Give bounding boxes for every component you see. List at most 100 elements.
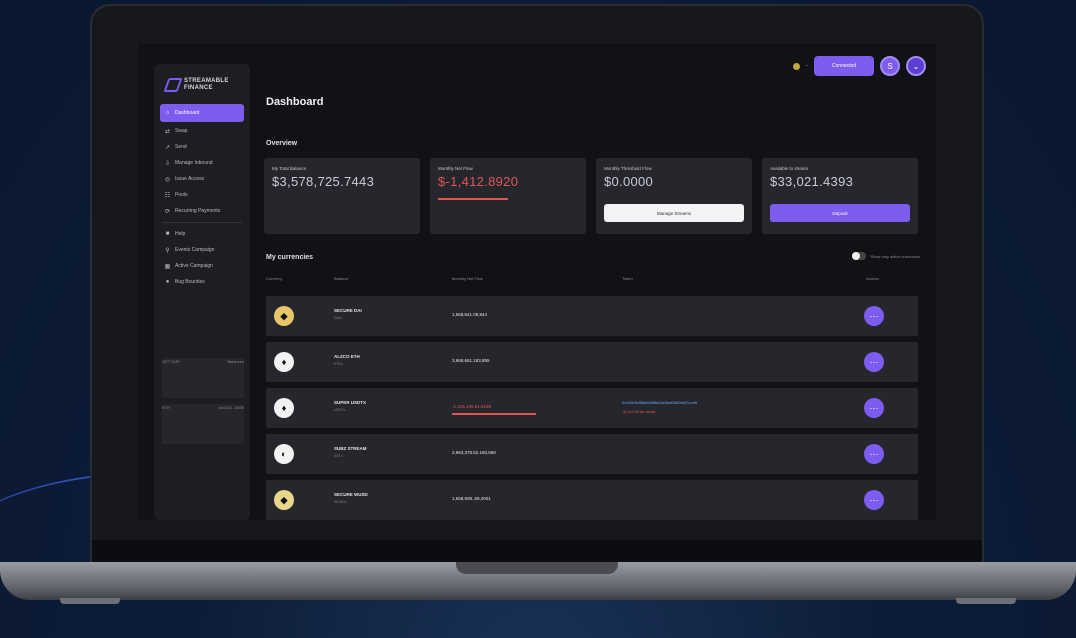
sidebar-item-issue-access[interactable]: ◎ Issue Access [160, 172, 244, 186]
sidebar-item-label: Help [175, 231, 186, 237]
card-label: My Total Balance [272, 166, 307, 171]
sidebar-item-label: Manage Inbound [175, 160, 213, 166]
stream-rate: -$1,412.89 per month [622, 410, 656, 414]
sidebar-item-send[interactable]: ↗ Send [160, 140, 244, 154]
swap-icon: ⇄ [164, 128, 171, 135]
sidebar-item-label: Recurring Payments [175, 208, 221, 214]
token-icon: ◐ [274, 444, 294, 464]
card-label: Monthly Net Flow [438, 166, 473, 171]
home-icon: ⌂ [165, 110, 170, 116]
table-row[interactable]: ♦ ALZCO ETH ETHx 3,668,651.183,855 ⋯ [266, 342, 918, 382]
send-icon: ↗ [164, 144, 171, 151]
sidebar-item-label: Send [175, 144, 187, 150]
toggle-knob [852, 252, 861, 260]
active-toggle-label: Show only active currencies [870, 253, 920, 259]
sidebar-item-swap[interactable]: ⇄ Swap [160, 124, 244, 138]
logo-icon [163, 78, 183, 92]
help-icon: ■ [165, 231, 170, 237]
sidebar-item-recurring-payments[interactable]: ⟳ Recurring Payments [160, 204, 244, 218]
sidebar-footer: GET SUP Balances ETH 0x1234...5678 [162, 358, 244, 450]
column-header[interactable]: Currency [266, 276, 282, 281]
token-name: SUBZ STREAM [334, 446, 367, 451]
card-button[interactable]: Deposit [770, 204, 910, 222]
stream-address-link[interactable]: 0x1f4e1b8ffa0e6f8fa0ce5ad0b52af47a.eth [622, 400, 697, 405]
table-row[interactable]: ◆ SECURE DAI DAIx 1,568,541.08,844 ⋯ [266, 296, 918, 336]
pools-icon: ☷ [164, 192, 171, 199]
footer-address: 0x1234...5678 [218, 405, 244, 410]
footer-network: ETH [162, 405, 170, 410]
active-toggle[interactable] [852, 252, 867, 260]
sidebar-item-dashboard[interactable]: ⌂ Dashboard [160, 104, 244, 122]
overview-card: Available to stream $33,021.4393 Deposit [762, 158, 918, 234]
overview-cards: My Total Balance $3,578,725.7443 Monthly N… [264, 158, 918, 234]
more-actions-icon[interactable]: ⋯ [864, 352, 884, 372]
card-label: Monthly Threshold Flow [604, 166, 652, 171]
currency-table: ◆ SECURE DAI DAIx 1,568,541.08,844 ⋯ ♦ ALZCO E… [266, 296, 918, 520]
sidebar: STREAMABLE FINANCE ⌂ Dashboard ⇄ Swap ↗ Send ⇩… [154, 64, 250, 520]
laptop-foot-right [956, 598, 1016, 604]
overview-title: Overview [266, 140, 298, 147]
brand-subname: FINANCE [184, 85, 213, 91]
column-header[interactable]: Monthly Net Flow [452, 276, 483, 281]
token-symbol: DAIx [334, 316, 342, 320]
sidebar-item-label: Dashboard [175, 110, 200, 116]
overview-card: Monthly Net Flow $-1,412.8920 [430, 158, 586, 234]
table-row[interactable]: ◆ SECURE WUSD WUSDx 1,658,938.,69,4001 ⋯ [266, 480, 918, 520]
token-name: SUPER USDTX [334, 400, 367, 405]
negative-underline [452, 413, 536, 415]
sidebar-item-pools[interactable]: ☷ Pools [160, 188, 244, 202]
laptop-notch [456, 562, 618, 574]
token-symbol: USDTx [334, 408, 346, 412]
brand-name: STREAMABLE [184, 78, 229, 84]
more-actions-icon[interactable]: ⋯ [864, 490, 884, 510]
sidebar-item-events-campaign[interactable]: ⚲ Events Campaign [160, 243, 244, 257]
sidebar-item-label: Swap [175, 128, 188, 134]
app-screen: STREAMABLE FINANCE ⌂ Dashboard ⇄ Swap ↗ Send ⇩… [138, 44, 936, 520]
table-row[interactable]: ◐ SUBZ STREAM SSTx 2,963,378.52.160,568 ⋯ [266, 434, 918, 474]
logo[interactable]: STREAMABLE FINANCE [154, 64, 250, 102]
token-name: SECURE WUSD [334, 492, 368, 497]
token-name: ALZCO ETH [334, 354, 360, 359]
campaign-icon: ▦ [164, 263, 171, 270]
sidebar-item-label: Active Campaign [175, 263, 213, 269]
active-filter: Show only active currencies [852, 252, 920, 260]
sidebar-item-bug-bounties[interactable]: ● Bug Bounties [160, 275, 244, 289]
column-header[interactable]: Balance [334, 276, 348, 281]
sidebar-nav: ⌂ Dashboard ⇄ Swap ↗ Send ⇩ Manage Inbound ◎ Issu… [154, 104, 250, 289]
card-value: $33,021.4393 [770, 174, 854, 189]
token-balance: 1,658,938.,69,4001 [452, 496, 491, 501]
token-balance: 3,668,651.183,855 [452, 358, 490, 363]
currencies-title: My currencies [266, 254, 314, 261]
column-header[interactable]: Token [622, 276, 633, 281]
more-actions-icon[interactable]: ⋯ [864, 306, 884, 326]
card-value: $3,578,725.7443 [272, 174, 375, 189]
recurring-icon: ⟳ [164, 208, 171, 215]
footer-link[interactable]: Balances [228, 358, 244, 398]
card-label: Available to stream [770, 166, 809, 171]
card-button[interactable]: Manage Streams [604, 204, 744, 222]
more-actions-icon[interactable]: ⋯ [864, 444, 884, 464]
sidebar-item-active-campaign[interactable]: ▦ Active Campaign [160, 259, 244, 273]
overview-card: My Total Balance $3,578,725.7443 [264, 158, 420, 234]
table-row[interactable]: ♦ SUPER USDTX USDTx -1,215,145.51.6185 0x1f4… [266, 388, 918, 428]
token-icon: ♦ [274, 352, 294, 372]
sidebar-item-label: Issue Access [175, 176, 205, 182]
column-header[interactable]: Actions [866, 276, 879, 281]
token-icon: ◆ [274, 490, 294, 510]
key-icon: ◎ [164, 176, 171, 183]
sidebar-item-help[interactable]: ■ Help [160, 227, 244, 241]
token-balance: 2,963,378.52.160,568 [452, 450, 496, 455]
footer-label: GET SUP [162, 359, 180, 364]
sidebar-item-manage-inbound[interactable]: ⇩ Manage Inbound [160, 156, 244, 170]
page-title: Dashboard [266, 96, 324, 108]
token-name: SECURE DAI [334, 308, 362, 313]
overview-card: Monthly Threshold Flow $0.0000 Manage Stre… [596, 158, 752, 234]
events-icon: ⚲ [165, 247, 170, 254]
token-symbol: SSTx [334, 454, 343, 458]
sidebar-item-label: Events Campaign [175, 247, 215, 253]
negative-underline [438, 198, 508, 200]
token-icon: ◆ [274, 306, 294, 326]
more-actions-icon[interactable]: ⋯ [864, 398, 884, 418]
token-balance: 1,568,541.08,844 [452, 312, 488, 317]
main-content: Dashboard Overview My Total Balance $3,57… [264, 44, 924, 520]
